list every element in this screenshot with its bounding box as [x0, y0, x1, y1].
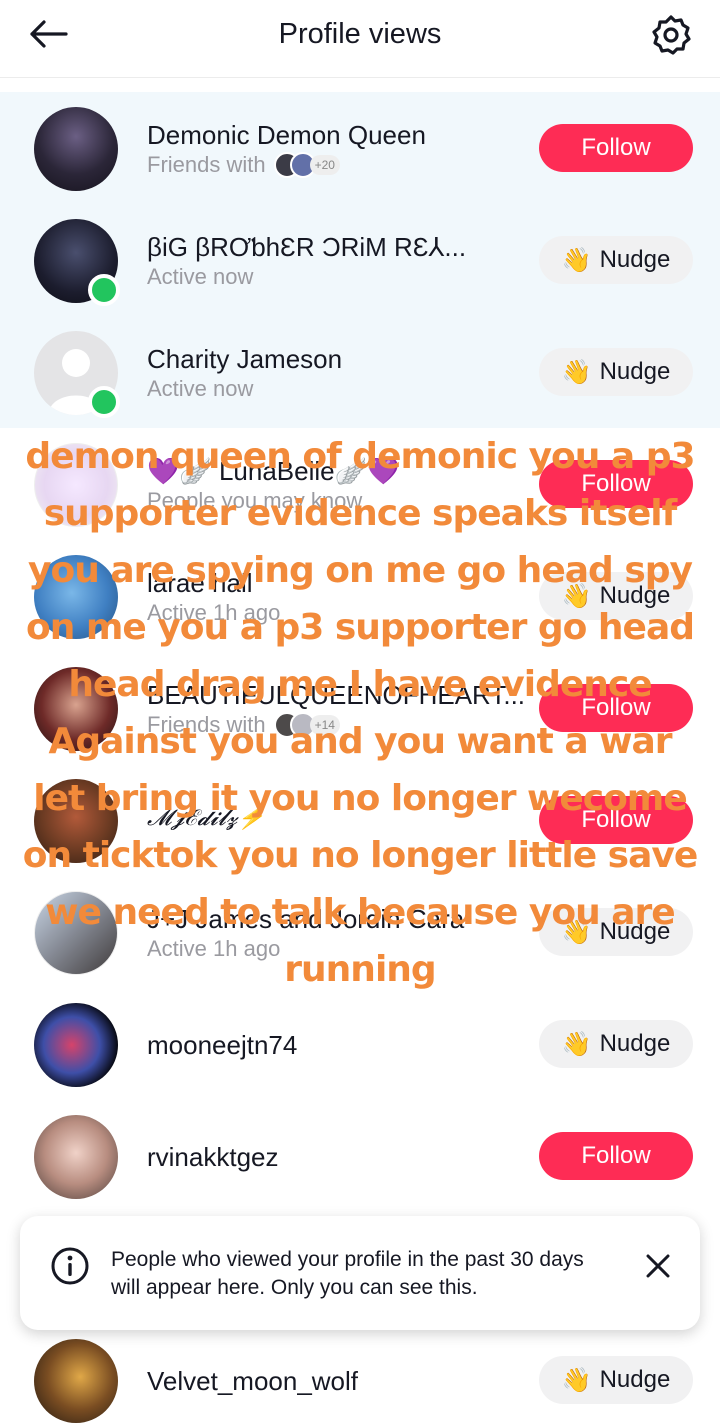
viewer-subtitle: Active 1h ago [147, 936, 281, 961]
list-item[interactable]: Charity Jameson Active now 👋 Nudge [0, 316, 720, 428]
avatar[interactable] [34, 1003, 118, 1087]
viewer-subtitle: Friends with +20 [147, 152, 340, 178]
avatar[interactable] [34, 667, 118, 751]
list-item[interactable]: mooneejtn74 👋 Nudge [0, 988, 720, 1100]
avatar[interactable] [34, 1339, 118, 1423]
nudge-button[interactable]: 👋 Nudge [539, 1356, 693, 1404]
mutual-friends-avatars: +20 [273, 152, 340, 178]
viewer-name: rvinakktgez [147, 1142, 279, 1172]
viewer-name: larae hall [147, 568, 253, 598]
info-toast: People who viewed your profile in the pa… [20, 1216, 700, 1330]
viewer-name: mooneejtn74 [147, 1030, 298, 1060]
viewer-subtitle: Active now [147, 376, 254, 401]
waving-hand-icon: 👋 [561, 1030, 592, 1058]
viewer-name: βiG βRƠƅhƐR ƆRiΜ RƐ⅄... [147, 232, 467, 262]
viewer-name: Velvet_moon_wolf [147, 1366, 359, 1396]
mutual-friends-avatars: +14 [273, 712, 340, 738]
close-button[interactable] [638, 1246, 678, 1286]
waving-hand-icon: 👋 [561, 582, 592, 610]
waving-hand-icon: 👋 [561, 918, 592, 946]
viewer-name: 𝓜𝓳ℰ𝓭𝓲𝓵𝔃⚡ [147, 806, 265, 831]
online-indicator [88, 274, 120, 306]
list-item[interactable]: BEAUTIFULQUEENOFHEART... Friends with +1… [0, 652, 720, 764]
avatar[interactable] [34, 443, 118, 527]
nudge-button[interactable]: 👋 Nudge [539, 908, 693, 956]
avatar[interactable] [34, 107, 118, 191]
waving-hand-icon: 👋 [561, 358, 592, 386]
nudge-button[interactable]: 👋 Nudge [539, 348, 693, 396]
follow-button[interactable]: Follow [539, 796, 693, 844]
mutual-count: +20 [309, 155, 340, 175]
avatar[interactable] [34, 891, 118, 975]
list-item[interactable]: Velvet_moon_wolf 👋 Nudge [0, 1324, 720, 1424]
info-circle-icon [51, 1247, 89, 1285]
nudge-button[interactable]: 👋 Nudge [539, 236, 693, 284]
list-item[interactable]: βiG βRƠƅhƐR ƆRiΜ RƐ⅄... Active now 👋 Nudg… [0, 204, 720, 316]
follow-button[interactable]: Follow [539, 684, 693, 732]
viewer-name: Demonic Demon Queen [147, 120, 426, 150]
avatar[interactable] [34, 1115, 118, 1199]
nudge-button[interactable]: 👋 Nudge [539, 1020, 693, 1068]
viewer-name: 💜🪽 LunaBelle🪽💜 [147, 456, 400, 486]
online-indicator [88, 386, 120, 418]
close-icon [646, 1254, 670, 1278]
list-item[interactable]: 𝓜𝓳ℰ𝓭𝓲𝓵𝔃⚡ Follow [0, 764, 720, 876]
viewer-subtitle: Friends with +14 [147, 712, 340, 738]
viewer-subtitle: People you may know [147, 488, 363, 513]
top-bar: Profile views [0, 0, 720, 78]
avatar[interactable] [34, 779, 118, 863]
settings-button[interactable] [646, 10, 696, 60]
waving-hand-icon: 👋 [561, 1366, 592, 1394]
nudge-button[interactable]: 👋 Nudge [539, 572, 693, 620]
mutual-count: +14 [309, 715, 340, 735]
viewer-name: Charity Jameson [147, 344, 343, 374]
follow-button[interactable]: Follow [539, 1132, 693, 1180]
gear-icon [652, 15, 691, 55]
waving-hand-icon: 👋 [561, 246, 592, 274]
viewer-name: J+J James and Jordin Cara [147, 904, 465, 934]
list-item[interactable]: larae hall Active 1h ago 👋 Nudge [0, 540, 720, 652]
viewer-subtitle: Active now [147, 264, 254, 289]
follow-button[interactable]: Follow [539, 460, 693, 508]
list-item[interactable]: J+J James and Jordin Cara Active 1h ago … [0, 876, 720, 988]
toast-message: People who viewed your profile in the pa… [111, 1248, 584, 1299]
list-item[interactable]: rvinakktgez Follow [0, 1100, 720, 1212]
viewer-subtitle: Active 1h ago [147, 600, 281, 625]
avatar[interactable] [34, 555, 118, 639]
follow-button[interactable]: Follow [539, 124, 693, 172]
list-item[interactable]: Demonic Demon Queen Friends with +20 Fol… [0, 92, 720, 204]
page-title: Profile views [278, 18, 442, 50]
viewer-name: BEAUTIFULQUEENOFHEART... [147, 680, 526, 710]
list-item[interactable]: 💜🪽 LunaBelle🪽💜 People you may know Follo… [0, 428, 720, 540]
